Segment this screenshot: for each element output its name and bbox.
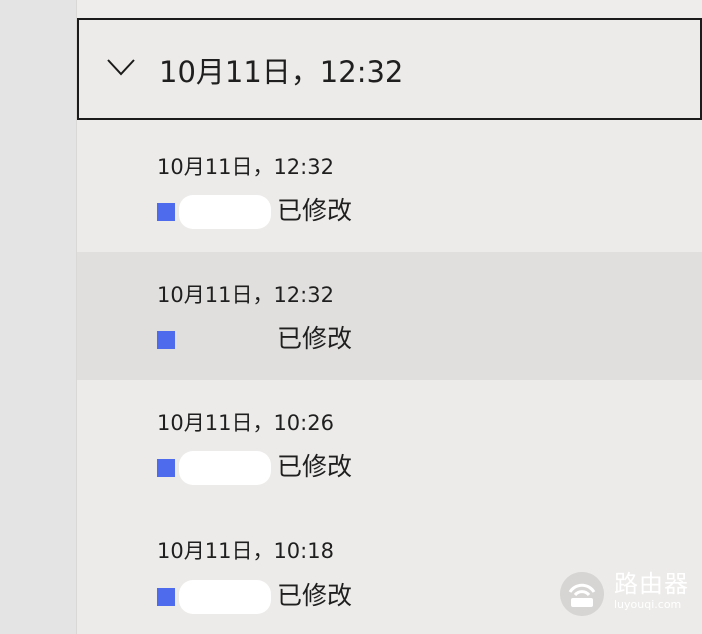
chevron-down-icon [107,59,135,76]
file-square-icon [157,331,175,349]
entry-timestamp: 10月11日，10:18 [157,539,334,563]
router-logo-icon [560,572,604,616]
entry-status-row: 已修改 [157,195,557,229]
previous-item-edge [77,0,702,18]
file-square-icon [157,459,175,477]
watermark: 路由器 luyouqi.com [560,568,690,618]
entry-status: 已修改 [277,452,353,481]
version-entry-selected[interactable]: 10月11日，12:32 已修改 [77,252,702,380]
left-rail [0,0,77,634]
entry-status-row: 已修改 [157,451,557,485]
entry-timestamp: 10月11日，12:32 [157,155,334,179]
file-square-icon [157,588,175,606]
redacted-author [179,195,271,229]
entry-status-row: 已修改 [157,580,557,614]
redacted-author [179,580,271,614]
group-title: 10月11日，12:32 [159,55,404,89]
date-group-header[interactable]: 10月11日，12:32 [77,18,702,120]
redacted-author [179,451,271,485]
entry-timestamp: 10月11日，12:32 [157,283,334,307]
entry-status: 已修改 [277,324,353,353]
watermark-subtitle: luyouqi.com [614,598,682,611]
version-entry[interactable]: 10月11日，10:26 已修改 [77,380,702,508]
watermark-title: 路由器 [614,570,689,598]
entry-status-row: 已修改 [157,323,557,355]
version-entry[interactable]: 10月11日，12:32 已修改 [77,124,702,252]
entry-status: 已修改 [277,581,353,610]
version-history-panel: 10月11日，12:32 10月11日，12:32 已修改 10月11日，12:… [77,0,702,634]
entry-timestamp: 10月11日，10:26 [157,411,334,435]
file-square-icon [157,203,175,221]
entry-status: 已修改 [277,196,353,225]
